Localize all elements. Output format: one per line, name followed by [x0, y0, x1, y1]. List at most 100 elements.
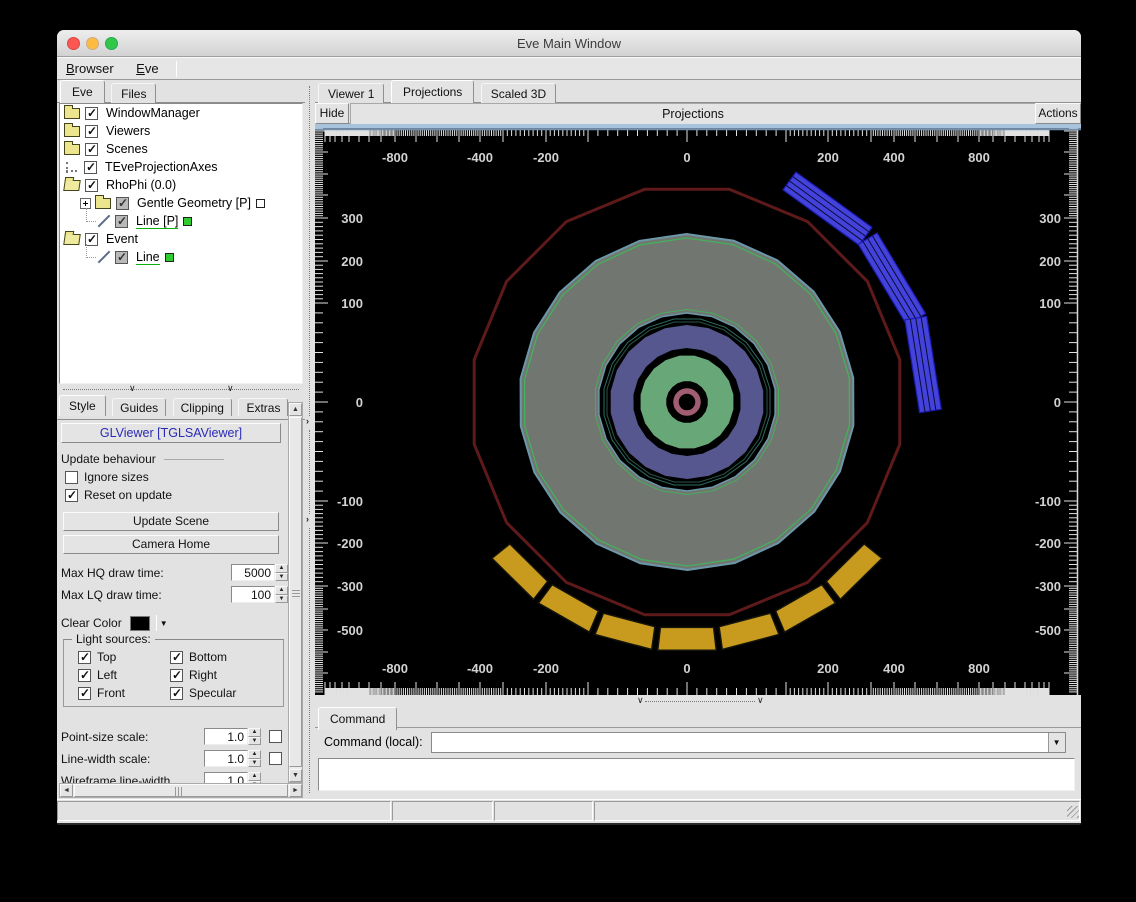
tab-extras[interactable]: Extras: [238, 398, 288, 416]
tab-eve[interactable]: Eve: [60, 80, 105, 103]
line-icon: [98, 215, 111, 228]
tree-item-scenes[interactable]: Scenes: [60, 140, 302, 158]
tree-item-projectionaxes[interactable]: TEveProjectionAxes: [60, 158, 302, 176]
checkbox-line-p[interactable]: [115, 215, 128, 228]
ignore-sizes-row[interactable]: Ignore sizes: [65, 470, 288, 484]
gl-viewer-canvas[interactable]: -800-800-400-400-200-2000020020040040080…: [315, 124, 1081, 695]
light-top-checkbox[interactable]: [78, 651, 91, 664]
light-specular-checkbox[interactable]: [170, 687, 183, 700]
light-front-checkbox[interactable]: [78, 687, 91, 700]
color-dropdown-icon[interactable]: [160, 619, 168, 628]
scroll-right-icon[interactable]: [289, 784, 302, 797]
style-panel: GLViewer [TGLSAViewer] Update behaviour …: [59, 420, 288, 783]
tree-item-line[interactable]: Line: [60, 248, 302, 266]
canvas-splitter[interactable]: [315, 695, 1081, 707]
checkbox-windowmanager[interactable]: [85, 107, 98, 120]
title-bar[interactable]: Eve Main Window: [57, 30, 1081, 57]
svg-text:200: 200: [817, 150, 839, 165]
scrollbar-thumb[interactable]: [289, 417, 302, 767]
update-scene-button[interactable]: Update Scene: [63, 512, 279, 531]
point-size-checkbox[interactable]: [269, 730, 282, 743]
line-color-marker[interactable]: [183, 217, 192, 226]
reset-on-update-row[interactable]: Reset on update: [65, 488, 288, 502]
svg-text:0: 0: [356, 395, 363, 410]
splitter-chevron-icon: [637, 696, 644, 705]
command-input[interactable]: [432, 733, 1048, 752]
glviewer-button[interactable]: GLViewer [TGLSAViewer]: [61, 423, 281, 443]
svg-text:-200: -200: [533, 661, 559, 676]
rhophi-projection-view[interactable]: -800-800-400-400-200-2000020020040040080…: [315, 124, 1081, 695]
tab-style[interactable]: Style: [59, 395, 106, 416]
resize-grip-icon[interactable]: [1067, 806, 1079, 818]
line-width-spinner[interactable]: 1.0: [204, 750, 261, 767]
reset-on-update-checkbox[interactable]: [65, 489, 78, 502]
folder-icon: [64, 126, 80, 137]
combo-dropdown-icon[interactable]: [1048, 733, 1065, 752]
svg-text:800: 800: [968, 661, 990, 676]
tree-label: Line [P]: [136, 214, 178, 229]
tree-label: Event: [106, 232, 138, 246]
spin-up-icon: [275, 564, 288, 573]
point-size-spinner[interactable]: 1.0: [204, 728, 261, 745]
splitter-chevron-icon: [129, 384, 136, 393]
light-left-checkbox[interactable]: [78, 669, 91, 682]
clear-color-swatch[interactable]: [130, 616, 150, 631]
tree-item-rhophi[interactable]: RhoPhi (0.0): [60, 176, 302, 194]
scroll-down-icon[interactable]: [289, 769, 302, 782]
light-right-checkbox[interactable]: [170, 669, 183, 682]
tab-scaled-3d[interactable]: Scaled 3D: [481, 83, 556, 103]
scroll-up-icon[interactable]: [289, 403, 302, 416]
light-top-label: Top: [97, 650, 116, 664]
scroll-left-icon[interactable]: [60, 784, 73, 797]
command-output-area[interactable]: [318, 758, 1075, 791]
tree-item-windowmanager[interactable]: WindowManager: [60, 104, 302, 122]
tree-item-gentle-geometry[interactable]: Gentle Geometry [P]: [60, 194, 302, 212]
tab-guides[interactable]: Guides: [112, 398, 166, 416]
tab-files[interactable]: Files: [111, 83, 156, 103]
horizontal-splitter[interactable]: [57, 384, 305, 395]
max-lq-spinner[interactable]: 100: [231, 586, 288, 603]
tree-item-viewers[interactable]: Viewers: [60, 122, 302, 140]
style-panel-horizontal-scrollbar[interactable]: [59, 783, 303, 798]
ignore-sizes-label: Ignore sizes: [84, 470, 149, 484]
vertical-splitter[interactable]: [305, 80, 315, 799]
line-width-checkbox[interactable]: [269, 752, 282, 765]
scrollbar-thumb[interactable]: [74, 784, 288, 797]
status-bar: [57, 799, 1081, 821]
tree-label: Line: [136, 250, 160, 265]
max-hq-spinner[interactable]: 5000: [231, 564, 288, 581]
hide-button[interactable]: Hide: [315, 103, 349, 124]
ignore-sizes-checkbox[interactable]: [65, 471, 78, 484]
viewer-title: Projections: [350, 103, 1036, 124]
checkbox-rhophi[interactable]: [85, 179, 98, 192]
left-panel: Eve Files WindowManager Viewers Scenes: [57, 80, 305, 799]
tab-viewer-1[interactable]: Viewer 1: [318, 83, 384, 103]
tab-clipping[interactable]: Clipping: [173, 398, 232, 416]
actions-button[interactable]: Actions: [1035, 103, 1081, 124]
line-icon: [98, 251, 111, 264]
checkbox-scenes[interactable]: [85, 143, 98, 156]
menu-browser[interactable]: Browser: [57, 58, 123, 76]
menu-divider: [176, 61, 177, 77]
wireframe-spinner[interactable]: 1.0: [204, 772, 261, 783]
style-panel-vertical-scrollbar[interactable]: [288, 402, 303, 783]
window-title: Eve Main Window: [57, 36, 1081, 51]
geometry-color-marker[interactable]: [256, 199, 265, 208]
tree-item-event[interactable]: Event: [60, 230, 302, 248]
svg-text:-800: -800: [382, 150, 408, 165]
checkbox-viewers[interactable]: [85, 125, 98, 138]
line-color-marker[interactable]: [165, 253, 174, 262]
light-bottom-checkbox[interactable]: [170, 651, 183, 664]
checkbox-gentle-geometry[interactable]: [116, 197, 129, 210]
camera-home-button[interactable]: Camera Home: [63, 535, 279, 554]
style-tab-bar: Style Guides Clipping Extras: [57, 395, 305, 420]
tab-command[interactable]: Command: [318, 707, 397, 730]
tab-projections[interactable]: Projections: [391, 80, 474, 103]
menu-eve[interactable]: Eve: [127, 58, 167, 76]
status-cell: [392, 801, 493, 821]
checkbox-line[interactable]: [115, 251, 128, 264]
tree-item-line-p[interactable]: Line [P]: [60, 212, 302, 230]
expand-icon[interactable]: [80, 198, 91, 209]
checkbox-projectionaxes[interactable]: [84, 161, 97, 174]
command-combobox[interactable]: [431, 732, 1066, 753]
